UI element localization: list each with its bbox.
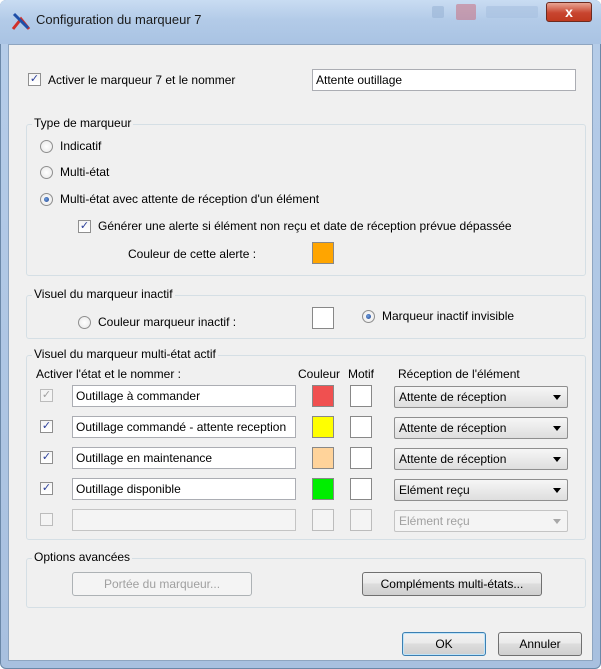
advanced-group-title: Options avancées	[32, 550, 133, 564]
reception-select[interactable]: Elément reçu	[394, 479, 568, 501]
background-window-hint	[486, 6, 538, 18]
reception-select-value: Elément reçu	[399, 514, 470, 528]
ok-button[interactable]: OK	[402, 632, 486, 656]
reception-select-value: Attente de réception	[399, 452, 507, 466]
alert-color-swatch[interactable]	[312, 242, 334, 264]
window-title: Configuration du marqueur 7	[36, 12, 202, 27]
marker-name-input[interactable]: Attente outillage	[312, 69, 576, 91]
state-checkbox[interactable]: ✓	[40, 451, 53, 464]
state-checkbox[interactable]	[40, 513, 53, 526]
state-name-input[interactable]: Outillage disponible	[72, 478, 296, 500]
state-name-input[interactable]: Outillage à commander	[72, 385, 296, 407]
reception-select[interactable]: Attente de réception	[394, 386, 568, 408]
inactive-color-swatch[interactable]	[312, 307, 334, 329]
state-motif-box[interactable]	[350, 478, 372, 500]
inactive-color-label: Couleur marqueur inactif :	[98, 315, 237, 329]
state-checkbox[interactable]: ✓	[40, 482, 53, 495]
header-color: Couleur	[298, 367, 341, 381]
type-radio-multi-etat[interactable]	[40, 166, 53, 179]
header-reception: Réception de l'élément	[398, 367, 520, 381]
header-activate: Activer l'état et le nommer :	[36, 367, 182, 381]
multi-state-complements-button[interactable]: Compléments multi-états...	[362, 572, 542, 596]
reception-select-value: Elément reçu	[399, 483, 470, 497]
inactive-color-radio[interactable]	[78, 316, 91, 329]
state-color-swatch[interactable]	[312, 509, 334, 531]
type-option-label: Multi-état avec attente de réception d'u…	[60, 192, 320, 206]
state-name-input[interactable]	[72, 509, 296, 531]
active-group-title: Visuel du marqueur multi-état actif	[32, 347, 218, 361]
state-name-input[interactable]: Outillage commandé - attente reception	[72, 416, 296, 438]
type-option-label: Multi-état	[60, 165, 110, 179]
chevron-down-icon	[553, 395, 561, 400]
state-motif-box[interactable]	[350, 416, 372, 438]
chevron-down-icon	[553, 457, 561, 462]
type-radio-multi-etat-attente[interactable]	[40, 193, 53, 206]
header-motif: Motif	[348, 367, 375, 381]
alert-color-label: Couleur de cette alerte :	[128, 247, 257, 261]
state-motif-box[interactable]	[350, 385, 372, 407]
reception-select[interactable]: Attente de réception	[394, 448, 568, 470]
state-checkbox[interactable]: ✓	[40, 389, 53, 402]
background-window-hint	[432, 6, 444, 18]
cancel-button[interactable]: Annuler	[498, 632, 582, 656]
state-checkbox[interactable]: ✓	[40, 420, 53, 433]
marker-scope-button[interactable]: Portée du marqueur...	[72, 572, 252, 596]
reception-select[interactable]: Attente de réception	[394, 417, 568, 439]
state-color-swatch[interactable]	[312, 478, 334, 500]
type-group-title: Type de marqueur	[32, 116, 134, 130]
activate-marker-label: Activer le marqueur 7 et le nommer	[48, 73, 236, 87]
chevron-down-icon	[553, 426, 561, 431]
state-color-swatch[interactable]	[312, 416, 334, 438]
app-icon	[11, 12, 31, 30]
chevron-down-icon	[553, 488, 561, 493]
type-option-label: Indicatif	[60, 139, 102, 153]
state-motif-box[interactable]	[350, 447, 372, 469]
state-color-swatch[interactable]	[312, 385, 334, 407]
reception-select[interactable]: Elément reçu	[394, 510, 568, 532]
type-radio-indicatif[interactable]	[40, 140, 53, 153]
inactive-invisible-label: Marqueur inactif invisible	[382, 309, 515, 323]
reception-select-value: Attente de réception	[399, 390, 507, 404]
generate-alert-checkbox[interactable]: ✓	[78, 220, 91, 233]
state-motif-box[interactable]	[350, 509, 372, 531]
background-window-hint	[456, 4, 476, 20]
close-button[interactable]: x	[546, 2, 592, 22]
generate-alert-label: Générer une alerte si élément non reçu e…	[98, 219, 512, 233]
reception-select-value: Attente de réception	[399, 421, 507, 435]
state-name-input[interactable]: Outillage en maintenance	[72, 447, 296, 469]
inactive-invisible-radio[interactable]	[362, 310, 375, 323]
activate-marker-checkbox[interactable]: ✓	[28, 73, 41, 86]
state-color-swatch[interactable]	[312, 447, 334, 469]
chevron-down-icon	[553, 519, 561, 524]
inactive-group-title: Visuel du marqueur inactif	[32, 287, 175, 301]
